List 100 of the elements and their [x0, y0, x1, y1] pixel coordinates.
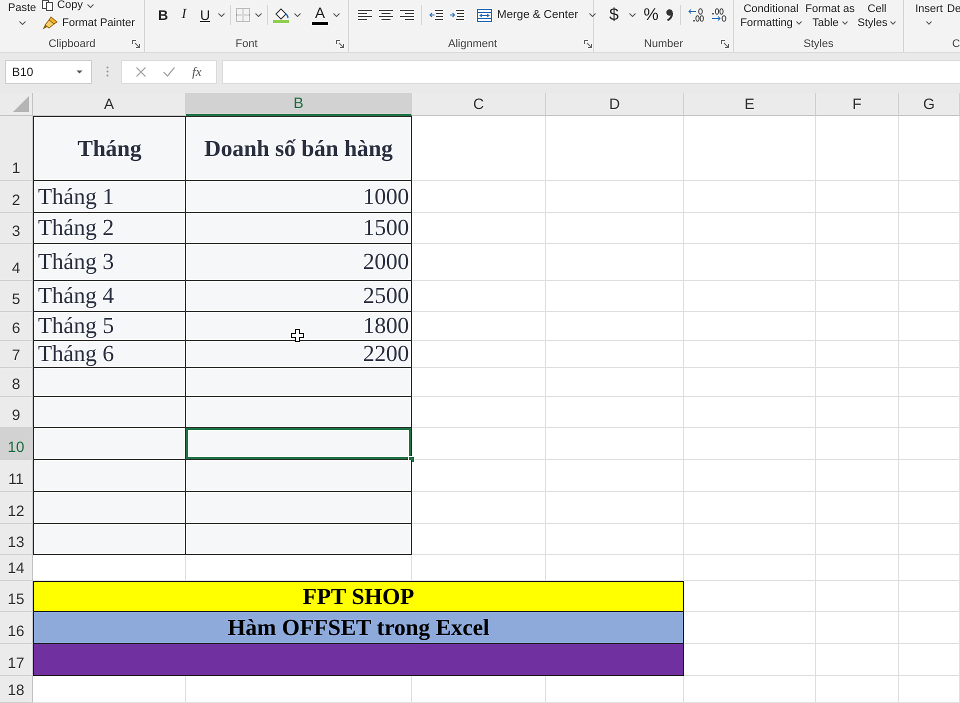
comma-icon[interactable] [666, 9, 673, 21]
table-cell: 2200 [186, 341, 412, 368]
caret-icon[interactable] [629, 13, 636, 17]
empty-cell [899, 244, 960, 281]
styles-menu-button[interactable]: Cell Styles [856, 2, 898, 30]
group-label: C [952, 38, 960, 50]
row-header[interactable]: 14 [0, 555, 33, 581]
table-cell: Tháng 4 [33, 281, 186, 312]
insert-function-button[interactable]: fx [192, 64, 202, 80]
paste-button[interactable]: Paste [8, 0, 36, 25]
currency-button[interactable]: $ [606, 5, 622, 25]
row-header[interactable]: 6 [0, 312, 33, 341]
bold-button[interactable]: B [155, 5, 171, 25]
indent-left-arrow-icon[interactable] [429, 10, 443, 20]
merge-center-button[interactable]: Merge & Center [477, 8, 596, 22]
row-header[interactable]: 11 [0, 460, 33, 492]
empty-cell [899, 460, 960, 492]
checkmark-icon[interactable] [163, 67, 176, 77]
table-cell: Tháng [33, 116, 186, 181]
empty-cell [899, 181, 960, 213]
align-left-icon[interactable] [358, 10, 372, 20]
empty-cell [899, 524, 960, 555]
row-header[interactable]: 7 [0, 341, 33, 368]
row-header[interactable]: 2 [0, 181, 33, 213]
table-cell: 1000 [186, 181, 412, 213]
borders-icon[interactable] [236, 8, 250, 22]
row-header[interactable]: 15 [0, 581, 33, 612]
italic-button[interactable]: I [176, 5, 192, 25]
styles-menu-button[interactable]: Format as Table [804, 2, 856, 30]
caret-icon [589, 13, 596, 17]
empty-cell [899, 428, 960, 460]
group-label: Styles [804, 38, 834, 50]
row-header[interactable]: 12 [0, 492, 33, 524]
font-color-button[interactable]: A [312, 5, 328, 25]
empty-cell [899, 213, 960, 244]
table-cell: Tháng 2 [33, 213, 186, 244]
cross-icon[interactable] [136, 67, 146, 77]
column-header[interactable]: C [412, 93, 546, 116]
table-cell: Tháng 3 [33, 244, 186, 281]
styles-menu-button[interactable]: Conditional Formatting [738, 2, 804, 30]
column-header[interactable]: G [899, 93, 960, 116]
group-label: Number [644, 38, 684, 50]
table-cell: Doanh số bán hàng [186, 116, 412, 181]
corner-triangle-icon [13, 96, 29, 112]
banner-cell: Hàm OFFSET trong Excel [33, 612, 684, 644]
row-header[interactable]: 1 [0, 116, 33, 181]
copy-button[interactable]: Copy [42, 0, 135, 11]
row-header[interactable]: 5 [0, 281, 33, 312]
percent-button[interactable]: % [643, 5, 659, 25]
indent-right-arrow-icon[interactable] [450, 10, 464, 20]
column-header[interactable]: F [816, 93, 899, 116]
table-cell: Tháng 6 [33, 341, 186, 368]
empty-cell [899, 281, 960, 312]
dialog-launcher-icon[interactable] [721, 40, 729, 48]
vertical-dots-icon[interactable] [106, 66, 109, 77]
align-center-icon[interactable] [379, 10, 393, 20]
caret-icon[interactable] [255, 13, 262, 17]
empty-cell [899, 612, 960, 644]
name-box[interactable]: B10 [5, 60, 92, 84]
empty-cell [899, 492, 960, 524]
caret-icon [86, 4, 94, 8]
caret-icon[interactable] [294, 13, 301, 17]
column-header[interactable]: A [33, 93, 186, 116]
empty-cell [899, 368, 960, 397]
dialog-launcher-icon[interactable] [132, 40, 140, 48]
caret-icon[interactable] [218, 13, 225, 17]
row-header[interactable]: 13 [0, 524, 33, 555]
dialog-launcher-icon[interactable] [336, 40, 344, 48]
row-header[interactable]: 18 [0, 676, 33, 703]
formula-input[interactable] [222, 60, 960, 84]
brush-icon [42, 16, 58, 30]
table-cell: 1500 [186, 213, 412, 244]
format-painter-button[interactable]: Format Painter [42, 16, 135, 30]
row-header[interactable]: 16 [0, 612, 33, 644]
right-arrow-zeros-icon[interactable] [711, 8, 727, 22]
caret-icon [796, 21, 802, 25]
empty-cell [899, 397, 960, 428]
group-label: Font [235, 38, 258, 50]
row-header[interactable]: 17 [0, 644, 33, 676]
row-header[interactable]: 4 [0, 244, 33, 281]
align-right-icon[interactable] [400, 10, 414, 20]
empty-cell [899, 341, 960, 368]
banner-cell: FPT SHOP [33, 581, 684, 612]
caret-icon[interactable] [333, 13, 340, 17]
underline-button[interactable]: U [197, 5, 213, 25]
row-header[interactable]: 8 [0, 368, 33, 397]
column-header[interactable]: D [546, 93, 684, 116]
column-header[interactable]: E [684, 93, 816, 116]
group-label: Alignment [448, 38, 498, 50]
insert-button[interactable]: Insert [914, 2, 944, 25]
caret-icon [842, 21, 848, 25]
paint-bucket-icon[interactable] [273, 7, 289, 23]
column-header[interactable]: B [186, 93, 412, 116]
table-cell: Tháng 1 [33, 181, 186, 213]
row-header[interactable]: 3 [0, 213, 33, 244]
row-header[interactable]: 10 [0, 428, 33, 460]
dialog-launcher-icon[interactable] [584, 40, 592, 48]
caret-icon [926, 21, 932, 25]
row-header[interactable]: 9 [0, 397, 33, 428]
left-arrow-zeros-icon[interactable] [688, 8, 704, 22]
